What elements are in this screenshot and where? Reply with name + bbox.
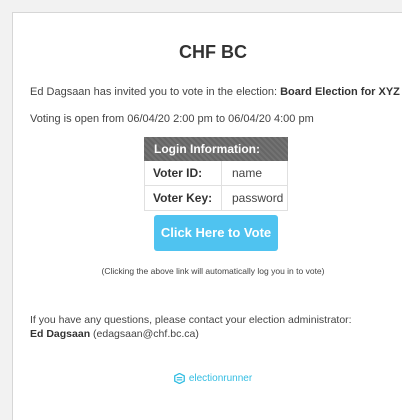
- brand-name: electionrunner: [188, 373, 253, 384]
- voter-id-row: Voter ID: name: [144, 161, 288, 186]
- click-here-to-vote-button[interactable]: Click Here to Vote: [154, 215, 278, 251]
- invitation-text: Ed Dagsaan has invited you to vote in th…: [30, 86, 402, 98]
- auto-login-note: (Clicking the above link will automatica…: [101, 266, 325, 276]
- voter-key-value: password: [232, 191, 284, 205]
- election-name: Board Election for XYZ Co-op: [280, 86, 402, 98]
- admin-name: Ed Dagsaan: [30, 328, 91, 340]
- voting-window-text: Voting is open from 06/04/20 2:00 pm to …: [30, 113, 314, 125]
- admin-email[interactable]: (edagsaan@chf.bc.ca): [90, 328, 199, 340]
- login-information-table: Login Information: Voter ID: name Voter …: [144, 137, 288, 211]
- login-table-header: Login Information:: [144, 137, 288, 161]
- voter-key-label: Voter Key:: [145, 186, 222, 210]
- contact-text: If you have any questions, please contac…: [30, 314, 352, 326]
- voter-id-label: Voter ID:: [145, 161, 222, 185]
- email-title: CHF BC: [179, 42, 247, 62]
- voter-id-value: name: [232, 166, 263, 180]
- electionrunner-brand[interactable]: electionrunner: [13, 373, 402, 384]
- voter-key-row: Voter Key: password: [144, 186, 288, 211]
- electionrunner-logo-icon: [173, 373, 185, 384]
- admin-contact: Ed Dagsaan (edagsaan@chf.bc.ca): [30, 327, 400, 341]
- invitation-prefix: Ed Dagsaan has invited you to vote in th…: [30, 86, 281, 98]
- email-card: CHF BC Ed Dagsaan has invited you to vot…: [12, 12, 402, 420]
- contact-section: If you have any questions, please contac…: [30, 313, 400, 341]
